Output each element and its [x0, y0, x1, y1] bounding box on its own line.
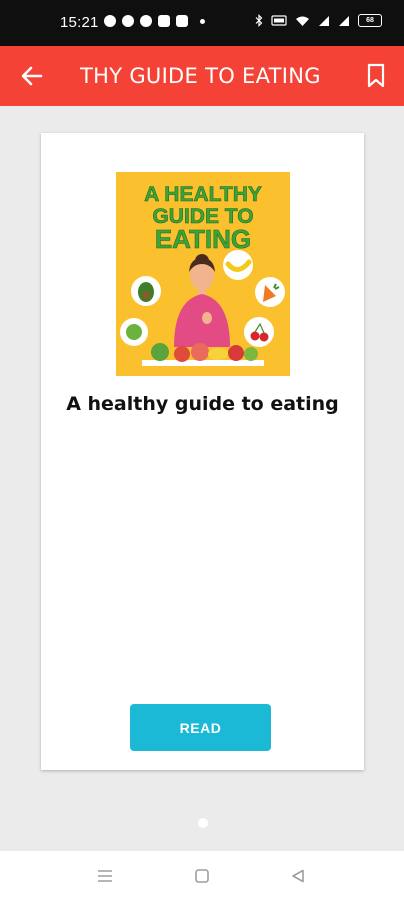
menu-icon[interactable]: [97, 869, 113, 883]
instagram-icon: [176, 15, 188, 27]
page-indicator-dot: [198, 818, 208, 828]
wifi-icon: [296, 16, 309, 26]
app-notification-icon: [140, 15, 152, 27]
back-triangle-icon[interactable]: [291, 869, 305, 883]
status-bar: 15:21 68: [0, 0, 404, 46]
arrow-left-icon: [21, 66, 43, 86]
book-card: A HEALTHY GUIDE TO EATING A healthy guid…: [41, 133, 364, 770]
cover-illustration: [120, 250, 285, 366]
read-button[interactable]: READ: [130, 704, 271, 751]
system-navigation-bar: [0, 851, 404, 900]
bookmark-icon: [367, 63, 385, 88]
back-button[interactable]: [18, 62, 46, 90]
more-notifications-dot-icon: [200, 18, 205, 24]
book-title: A healthy guide to eating: [66, 393, 339, 415]
messenger-icon: [122, 15, 134, 27]
bluetooth-icon: [255, 14, 263, 27]
battery-icon: 68: [358, 14, 382, 27]
status-time: 15:21: [60, 14, 99, 31]
home-icon[interactable]: [195, 869, 209, 883]
youtube-icon: [158, 15, 170, 27]
app-toolbar: THY GUIDE TO EATING: [0, 46, 404, 106]
toolbar-title: THY GUIDE TO EATING: [80, 64, 321, 88]
volte-icon: [271, 15, 287, 26]
notification-icons: [104, 15, 205, 27]
book-cover: A HEALTHY GUIDE TO EATING: [116, 172, 290, 376]
signal-2-icon: [339, 15, 349, 26]
bookmark-button[interactable]: [364, 63, 388, 89]
whatsapp-icon: [104, 15, 116, 27]
system-icons: 68: [255, 14, 382, 27]
signal-1-icon: [319, 15, 329, 26]
